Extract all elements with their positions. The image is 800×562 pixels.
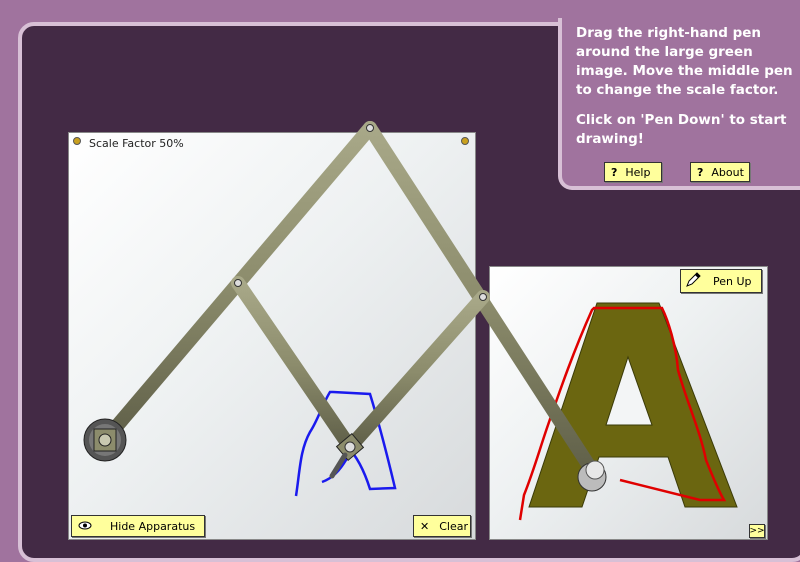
joint-rivet <box>234 279 242 287</box>
joint-rivet <box>479 293 487 301</box>
pantograph-apparatus <box>83 121 727 521</box>
pivot-icon[interactable] <box>83 418 127 462</box>
joint-rivet <box>366 124 374 132</box>
pantograph-arms <box>98 121 602 482</box>
